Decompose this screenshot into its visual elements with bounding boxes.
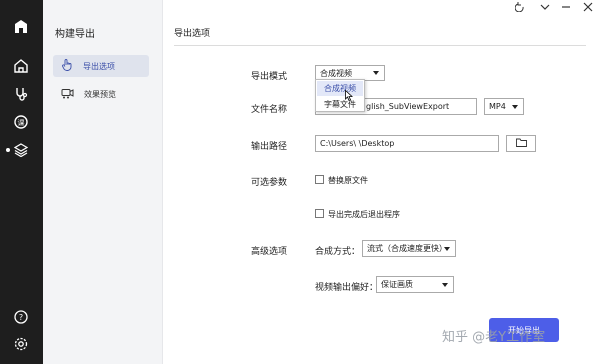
- replace-original-label: 替换原文件: [328, 176, 368, 185]
- optional-params-label: 可选参数: [251, 178, 288, 188]
- video-camera-icon: [61, 87, 74, 101]
- chevron-down-icon: [373, 71, 379, 75]
- video-pref-select[interactable]: 保证画质: [376, 276, 454, 293]
- compose-mode-value: 流式（合成速度更快）: [367, 244, 447, 253]
- minimize-icon[interactable]: [556, 0, 576, 14]
- video-pref-value: 保证画质: [381, 280, 413, 289]
- settings-icon[interactable]: [11, 334, 31, 354]
- hand-pointer-icon: [61, 59, 73, 73]
- sidebar-item-label: 效果预览: [84, 89, 116, 99]
- close-icon[interactable]: [578, 0, 598, 14]
- replace-original-checkbox[interactable]: [315, 175, 324, 184]
- format-select[interactable]: MP4: [484, 98, 524, 115]
- export-mode-dropdown: 合成视频 字幕文件: [315, 79, 365, 112]
- active-indicator: [6, 148, 10, 152]
- sidebar-item-label: 导出选项: [83, 61, 115, 71]
- exit-after-export-label: 导出完成后退出程序: [328, 210, 400, 219]
- file-name-label: 文件名称: [251, 105, 288, 115]
- svg-text:?: ?: [19, 313, 23, 322]
- format-value: MP4: [489, 102, 506, 111]
- chevron-down-icon: [444, 246, 450, 251]
- export-mode-value: 合成视频: [320, 68, 352, 78]
- chevron-down-icon[interactable]: [535, 0, 555, 14]
- lesson-icon[interactable]: 课: [11, 112, 31, 132]
- output-path-label: 输出路径: [251, 142, 288, 152]
- advanced-label: 高级选项: [251, 247, 288, 257]
- watermark: 知乎 @老Y工作室: [442, 330, 546, 345]
- sidebar-heading: 构建导出: [55, 29, 95, 40]
- compose-mode-select[interactable]: 流式（合成速度更快）: [362, 240, 456, 257]
- svg-text:课: 课: [18, 118, 25, 127]
- output-path-value: C:\Users\ \Desktop: [320, 139, 395, 148]
- icon-rail: 课 ?: [0, 0, 43, 364]
- dropdown-option-composite[interactable]: 合成视频: [317, 81, 363, 96]
- chevron-down-icon: [442, 282, 448, 287]
- mouse-cursor-icon: [345, 89, 354, 104]
- export-mode-label: 导出模式: [251, 72, 288, 82]
- home-icon[interactable]: [11, 56, 31, 76]
- output-path-input[interactable]: C:\Users\ \Desktop: [315, 135, 499, 152]
- pin-icon[interactable]: [510, 0, 530, 14]
- sidebar-item-export-options[interactable]: 导出选项: [53, 55, 149, 77]
- browse-folder-button[interactable]: [506, 135, 536, 152]
- file-name-value: glish_SubViewExport: [366, 102, 450, 111]
- stethoscope-icon[interactable]: [11, 84, 31, 104]
- dropdown-option-subtitle[interactable]: 字幕文件: [317, 97, 363, 112]
- chevron-down-icon: [512, 104, 518, 109]
- folder-icon: [515, 138, 527, 150]
- sidebar: 构建导出 导出选项 效果预览: [43, 0, 163, 364]
- sidebar-item-preview[interactable]: 效果预览: [53, 83, 149, 105]
- video-pref-label: 视频输出偏好：: [315, 283, 379, 293]
- help-icon[interactable]: ?: [11, 307, 31, 327]
- layers-icon[interactable]: [11, 140, 31, 160]
- page-title: 导出选项: [174, 29, 211, 39]
- divider: [174, 45, 586, 46]
- exit-after-export-checkbox[interactable]: [315, 209, 324, 218]
- logo-icon: [11, 17, 31, 37]
- compose-mode-label: 合成方式：: [315, 247, 361, 257]
